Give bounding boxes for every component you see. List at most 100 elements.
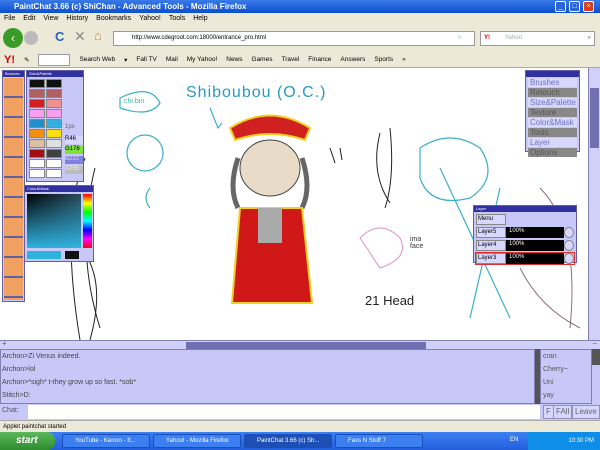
layer-row[interactable]: Layer5 100% xyxy=(476,227,574,238)
color-swatch[interactable] xyxy=(29,119,45,128)
tools-menu-item[interactable]: Tools xyxy=(528,128,577,137)
red-slider[interactable]: R46 xyxy=(65,136,83,144)
color-swatch[interactable] xyxy=(46,79,62,88)
zoom-out-button[interactable]: − xyxy=(592,339,597,348)
bookmark-star-icon[interactable]: ☆ xyxy=(457,32,462,45)
task-youtube[interactable]: YouTube - Keroro - It... xyxy=(62,434,150,448)
menu-history[interactable]: History xyxy=(66,13,88,25)
menu-help[interactable]: Help xyxy=(193,13,207,25)
layer-name[interactable]: Layer5 xyxy=(476,227,506,238)
blue-slider[interactable]: B222 xyxy=(65,156,83,164)
reload-button[interactable]: C xyxy=(55,29,64,44)
menu-view[interactable]: View xyxy=(43,13,58,25)
color-swatch[interactable] xyxy=(46,109,62,118)
layer-opacity[interactable]: 100% xyxy=(506,227,564,238)
tools-menu-item[interactable]: Texture xyxy=(528,108,577,117)
minimize-button[interactable]: _ xyxy=(555,1,566,12)
start-button[interactable]: start xyxy=(0,432,55,450)
tools-menu-item[interactable]: Brushes xyxy=(528,78,577,87)
layer-row[interactable]: Layer3 100% xyxy=(475,252,575,265)
forward-button[interactable] xyxy=(24,31,38,45)
fall-button[interactable]: FAll xyxy=(553,405,573,419)
toolbar-mail[interactable]: Mail xyxy=(166,56,178,63)
tools-menu-item[interactable]: Color&Mask xyxy=(528,118,577,127)
toolbar-finance[interactable]: Finance xyxy=(308,56,331,63)
color-swatch[interactable] xyxy=(29,159,45,168)
color-swatch[interactable] xyxy=(46,129,62,138)
brush-size[interactable]: 1px xyxy=(65,124,75,130)
menu-edit[interactable]: Edit xyxy=(23,13,35,25)
layer-opacity[interactable]: 100% xyxy=(506,240,564,251)
user-item[interactable]: yay xyxy=(541,389,591,402)
layer-visibility-toggle[interactable] xyxy=(564,227,574,238)
color-swatch[interactable] xyxy=(46,159,62,168)
color-swatch[interactable] xyxy=(29,149,45,158)
maximize-button[interactable]: □ xyxy=(569,1,580,12)
color-swatch[interactable] xyxy=(29,109,45,118)
toolbar-my-yahoo[interactable]: My Yahoo! xyxy=(187,56,217,63)
tools-menu-item[interactable]: Retouch xyxy=(528,88,577,97)
task-paintchat[interactable]: PaintChat 3.66 (c) Sh... xyxy=(244,434,332,448)
user-item[interactable]: Cherry~ xyxy=(541,363,591,376)
user-item[interactable]: Uni xyxy=(541,376,591,389)
stop-button[interactable]: ✕ xyxy=(74,28,86,45)
color-swatch[interactable] xyxy=(46,99,62,108)
toolbar-search-box[interactable] xyxy=(38,53,71,66)
layer-name[interactable]: Layer4 xyxy=(476,240,506,251)
menu-bookmarks[interactable]: Bookmarks xyxy=(96,13,131,25)
green-slider[interactable]: G178 xyxy=(65,146,83,154)
tools-menu-item[interactable]: Layer xyxy=(528,138,577,147)
pencil-icon[interactable]: ✎ xyxy=(24,56,29,64)
search-icon[interactable]: ⌕ xyxy=(588,32,591,45)
color-swatch[interactable] xyxy=(46,169,62,178)
user-list-scrollbar[interactable] xyxy=(592,349,600,404)
menu-yahoo[interactable]: Yahoo! xyxy=(139,13,161,25)
color-swatch[interactable] xyxy=(46,139,62,148)
layer-menu-button[interactable]: Menu xyxy=(476,214,506,225)
vertical-scrollbar[interactable] xyxy=(588,68,600,340)
alpha-slider[interactable]: A255 xyxy=(65,166,83,174)
toolbar-sports[interactable]: Sports xyxy=(374,56,393,63)
back-button[interactable]: ‹ xyxy=(3,28,23,48)
toolbar-fall-tv[interactable]: Fall TV xyxy=(136,56,156,63)
color-swatch[interactable] xyxy=(29,169,45,178)
layer-visibility-toggle[interactable] xyxy=(564,240,574,251)
color-swatch[interactable] xyxy=(29,99,45,108)
task-yahoo[interactable]: Yahoo! - Mozilla Firefox xyxy=(153,434,241,448)
url-bar[interactable]: http://www.cdegroot.com:18000/entrance_p… xyxy=(113,31,475,46)
color-swatch[interactable] xyxy=(29,139,45,148)
toolbar-search-web[interactable]: Search Web xyxy=(79,56,115,63)
color-swatch[interactable] xyxy=(29,129,45,138)
language-indicator[interactable]: EN xyxy=(510,437,518,443)
chat-input[interactable] xyxy=(28,405,540,419)
home-button[interactable]: ⌂ xyxy=(94,28,102,43)
user-item[interactable]: cran xyxy=(541,350,591,363)
toolbar-more[interactable]: » xyxy=(402,56,406,63)
tools-menu-item[interactable]: Size&Palette xyxy=(528,98,577,107)
secondary-color[interactable] xyxy=(65,251,79,259)
toolbar-answers[interactable]: Answers xyxy=(340,56,365,63)
color-swatch[interactable] xyxy=(46,119,62,128)
toolbar-travel[interactable]: Travel xyxy=(281,56,299,63)
brush-list[interactable] xyxy=(4,78,23,300)
zoom-in-button[interactable]: + xyxy=(2,339,7,348)
leave-button[interactable]: Leave xyxy=(572,405,600,419)
color-swatch[interactable] xyxy=(29,79,45,88)
paint-canvas[interactable]: Shiboubou (O.C.) chi bin ima face 21 Hea… xyxy=(0,68,600,340)
layer-name[interactable]: Layer3 xyxy=(476,253,506,264)
task-favs-folder[interactable]: Favs N Stuff 7 xyxy=(335,434,423,448)
color-swatch[interactable] xyxy=(29,89,45,98)
color-swatch[interactable] xyxy=(46,89,62,98)
shield-icon[interactable]: ▾ xyxy=(124,56,127,64)
layer-visibility-toggle[interactable] xyxy=(564,253,574,264)
color-swatch[interactable] xyxy=(46,149,62,158)
layer-opacity[interactable]: 100% xyxy=(506,253,564,264)
yahoo-logo[interactable]: Y! xyxy=(4,54,15,66)
close-button[interactable]: × xyxy=(583,1,594,12)
toolbar-news[interactable]: News xyxy=(226,56,242,63)
search-input[interactable]: Y! Yahoo ⌕ xyxy=(480,31,595,46)
horizontal-scrollbar[interactable]: + − xyxy=(0,339,600,349)
toolbar-games[interactable]: Games xyxy=(252,56,273,63)
layer-row[interactable]: Layer4 100% xyxy=(476,240,574,251)
scrollbar-thumb[interactable] xyxy=(186,342,426,349)
